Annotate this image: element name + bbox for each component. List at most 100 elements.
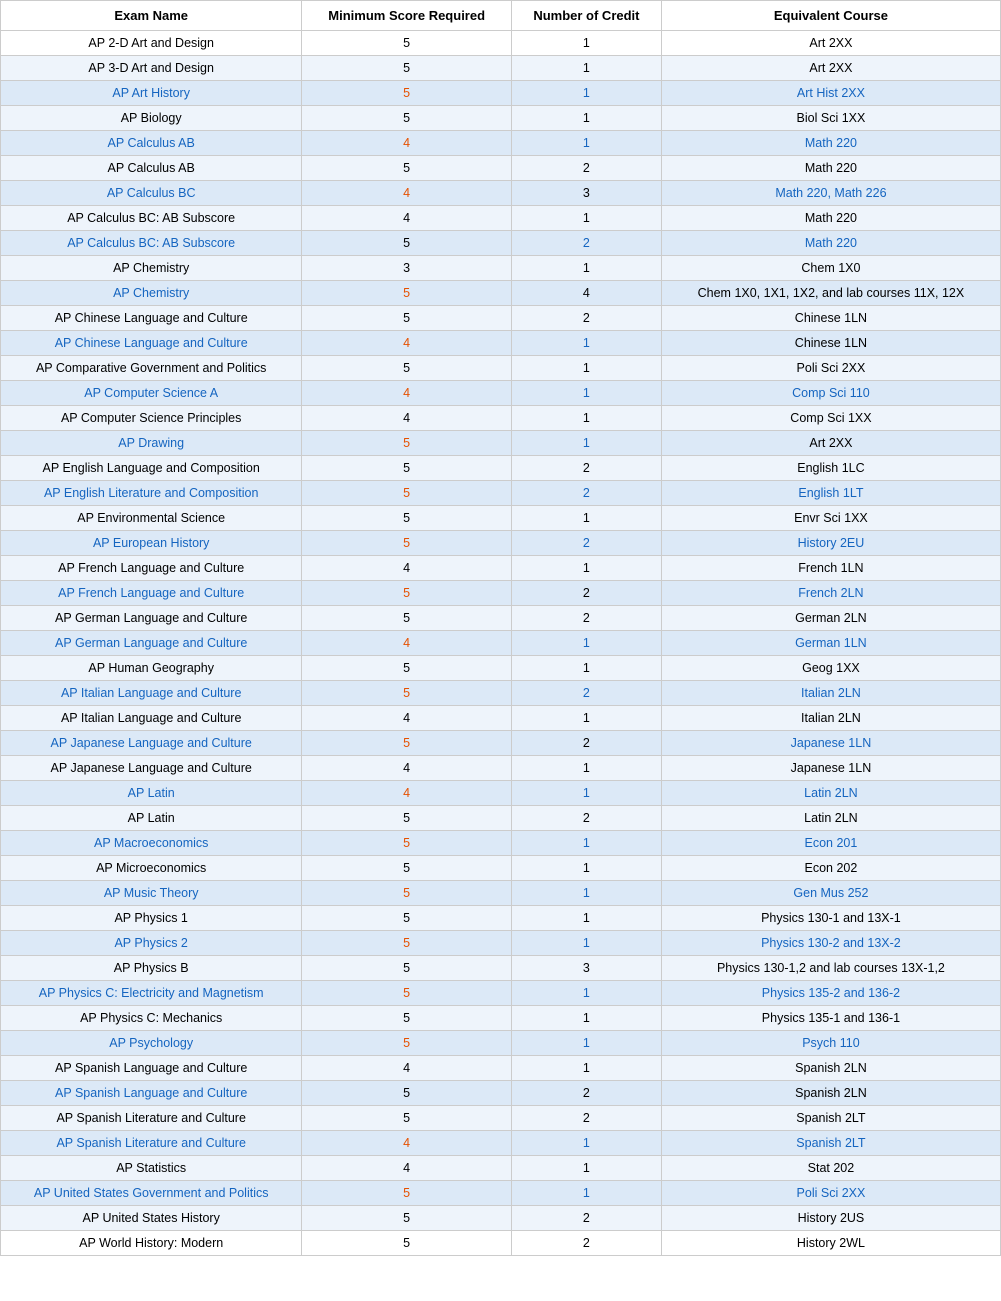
equiv-course: Math 220, Math 226 bbox=[661, 181, 1000, 206]
num-credit: 1 bbox=[511, 206, 661, 231]
min-score: 5 bbox=[302, 1031, 512, 1056]
equiv-course: Latin 2LN bbox=[661, 781, 1000, 806]
table-row: AP Environmental Science51Envr Sci 1XX bbox=[1, 506, 1001, 531]
num-credit: 1 bbox=[511, 56, 661, 81]
num-credit: 1 bbox=[511, 381, 661, 406]
equiv-course: Physics 130-2 and 13X-2 bbox=[661, 931, 1000, 956]
num-credit: 4 bbox=[511, 281, 661, 306]
min-score: 5 bbox=[302, 731, 512, 756]
min-score: 4 bbox=[302, 331, 512, 356]
min-score: 5 bbox=[302, 1231, 512, 1256]
num-credit: 1 bbox=[511, 556, 661, 581]
num-credit: 1 bbox=[511, 81, 661, 106]
equiv-course: Poli Sci 2XX bbox=[661, 1181, 1000, 1206]
table-row: AP Italian Language and Culture41Italian… bbox=[1, 706, 1001, 731]
table-row: AP Latin41Latin 2LN bbox=[1, 781, 1001, 806]
min-score: 5 bbox=[302, 231, 512, 256]
table-row: AP Comparative Government and Politics51… bbox=[1, 356, 1001, 381]
num-credit: 2 bbox=[511, 1106, 661, 1131]
min-score: 5 bbox=[302, 431, 512, 456]
equiv-course: Spanish 2LT bbox=[661, 1131, 1000, 1156]
equiv-course: Stat 202 bbox=[661, 1156, 1000, 1181]
table-row: AP 3-D Art and Design51Art 2XX bbox=[1, 56, 1001, 81]
num-credit: 2 bbox=[511, 581, 661, 606]
num-credit: 1 bbox=[511, 656, 661, 681]
equiv-course: Italian 2LN bbox=[661, 681, 1000, 706]
num-credit: 1 bbox=[511, 981, 661, 1006]
exam-name: AP Calculus AB bbox=[1, 156, 302, 181]
equiv-course: Chinese 1LN bbox=[661, 331, 1000, 356]
equiv-course: Physics 135-2 and 136-2 bbox=[661, 981, 1000, 1006]
equiv-course: Spanish 2LN bbox=[661, 1081, 1000, 1106]
table-row: AP Spanish Literature and Culture41Spani… bbox=[1, 1131, 1001, 1156]
equiv-course: History 2EU bbox=[661, 531, 1000, 556]
min-score: 4 bbox=[302, 181, 512, 206]
table-row: AP Statistics41Stat 202 bbox=[1, 1156, 1001, 1181]
column-header: Minimum Score Required bbox=[302, 1, 512, 31]
table-row: AP European History52History 2EU bbox=[1, 531, 1001, 556]
exam-name: AP Physics C: Electricity and Magnetism bbox=[1, 981, 302, 1006]
table-row: AP Japanese Language and Culture41Japane… bbox=[1, 756, 1001, 781]
num-credit: 1 bbox=[511, 706, 661, 731]
table-row: AP English Language and Composition52Eng… bbox=[1, 456, 1001, 481]
min-score: 5 bbox=[302, 831, 512, 856]
exam-name: AP Italian Language and Culture bbox=[1, 706, 302, 731]
min-score: 5 bbox=[302, 306, 512, 331]
table-row: AP Macroeconomics51Econ 201 bbox=[1, 831, 1001, 856]
min-score: 5 bbox=[302, 481, 512, 506]
num-credit: 2 bbox=[511, 681, 661, 706]
table-row: AP Calculus BC: AB Subscore41Math 220 bbox=[1, 206, 1001, 231]
equiv-course: Gen Mus 252 bbox=[661, 881, 1000, 906]
exam-name: AP European History bbox=[1, 531, 302, 556]
min-score: 5 bbox=[302, 581, 512, 606]
min-score: 5 bbox=[302, 606, 512, 631]
equiv-course: Comp Sci 110 bbox=[661, 381, 1000, 406]
exam-name: AP Japanese Language and Culture bbox=[1, 731, 302, 756]
exam-name: AP World History: Modern bbox=[1, 1231, 302, 1256]
num-credit: 1 bbox=[511, 1156, 661, 1181]
table-row: AP Physics C: Electricity and Magnetism5… bbox=[1, 981, 1001, 1006]
min-score: 5 bbox=[302, 31, 512, 56]
equiv-course: Japanese 1LN bbox=[661, 756, 1000, 781]
column-header: Equivalent Course bbox=[661, 1, 1000, 31]
equiv-course: Poli Sci 2XX bbox=[661, 356, 1000, 381]
min-score: 4 bbox=[302, 381, 512, 406]
num-credit: 1 bbox=[511, 1181, 661, 1206]
exam-name: AP Physics B bbox=[1, 956, 302, 981]
min-score: 5 bbox=[302, 1006, 512, 1031]
equiv-course: French 2LN bbox=[661, 581, 1000, 606]
exam-name: AP Physics 2 bbox=[1, 931, 302, 956]
num-credit: 2 bbox=[511, 1081, 661, 1106]
exam-name: AP Chinese Language and Culture bbox=[1, 331, 302, 356]
table-row: AP Physics 251Physics 130-2 and 13X-2 bbox=[1, 931, 1001, 956]
exam-name: AP Physics C: Mechanics bbox=[1, 1006, 302, 1031]
num-credit: 2 bbox=[511, 606, 661, 631]
exam-name: AP Computer Science Principles bbox=[1, 406, 302, 431]
table-row: AP Computer Science Principles41Comp Sci… bbox=[1, 406, 1001, 431]
num-credit: 2 bbox=[511, 1231, 661, 1256]
exam-name: AP Italian Language and Culture bbox=[1, 681, 302, 706]
equiv-course: Physics 130-1,2 and lab courses 13X-1,2 bbox=[661, 956, 1000, 981]
table-row: AP Calculus BC: AB Subscore52Math 220 bbox=[1, 231, 1001, 256]
exam-name: AP Spanish Literature and Culture bbox=[1, 1131, 302, 1156]
num-credit: 3 bbox=[511, 956, 661, 981]
equiv-course: Math 220 bbox=[661, 231, 1000, 256]
exam-name: AP Drawing bbox=[1, 431, 302, 456]
exam-name: AP Macroeconomics bbox=[1, 831, 302, 856]
table-row: AP Psychology51Psych 110 bbox=[1, 1031, 1001, 1056]
equiv-course: Spanish 2LN bbox=[661, 1056, 1000, 1081]
equiv-course: History 2WL bbox=[661, 1231, 1000, 1256]
min-score: 3 bbox=[302, 256, 512, 281]
num-credit: 2 bbox=[511, 481, 661, 506]
min-score: 4 bbox=[302, 406, 512, 431]
equiv-course: Art Hist 2XX bbox=[661, 81, 1000, 106]
table-row: AP Chinese Language and Culture52Chinese… bbox=[1, 306, 1001, 331]
exam-name: AP English Literature and Composition bbox=[1, 481, 302, 506]
equiv-course: Art 2XX bbox=[661, 31, 1000, 56]
equiv-course: Chinese 1LN bbox=[661, 306, 1000, 331]
min-score: 5 bbox=[302, 931, 512, 956]
min-score: 5 bbox=[302, 981, 512, 1006]
exam-name: AP German Language and Culture bbox=[1, 631, 302, 656]
equiv-course: English 1LT bbox=[661, 481, 1000, 506]
exam-name: AP French Language and Culture bbox=[1, 556, 302, 581]
